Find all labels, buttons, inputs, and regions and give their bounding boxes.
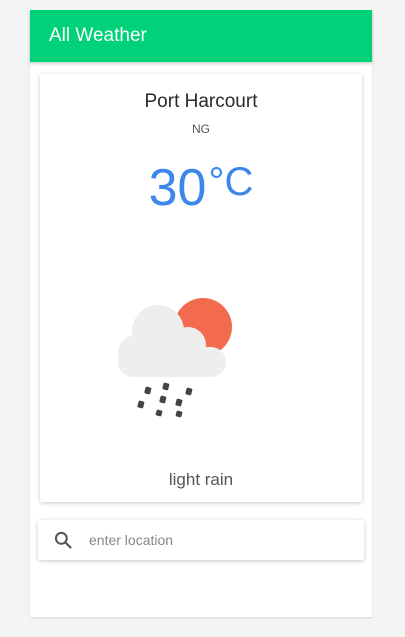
app-title: All Weather xyxy=(49,25,147,46)
location-input[interactable] xyxy=(89,532,339,548)
location-search-bar[interactable] xyxy=(38,520,364,560)
app-shell: All Weather Port Harcourt NG 30°C light … xyxy=(30,10,372,617)
cloud-sun-rain-icon xyxy=(118,298,232,418)
search-icon[interactable] xyxy=(53,530,73,550)
temperature-value: 30 xyxy=(148,159,207,217)
weather-card: Port Harcourt NG 30°C light rain xyxy=(40,74,362,502)
app-bar: All Weather xyxy=(30,10,372,62)
temperature-display: 30°C xyxy=(40,158,362,218)
weather-description: light rain xyxy=(168,470,234,489)
rain-drops-icon xyxy=(137,382,193,418)
temperature-unit: °C xyxy=(208,160,254,204)
city-name: Port Harcourt xyxy=(144,91,258,112)
country-code: NG xyxy=(192,122,210,136)
